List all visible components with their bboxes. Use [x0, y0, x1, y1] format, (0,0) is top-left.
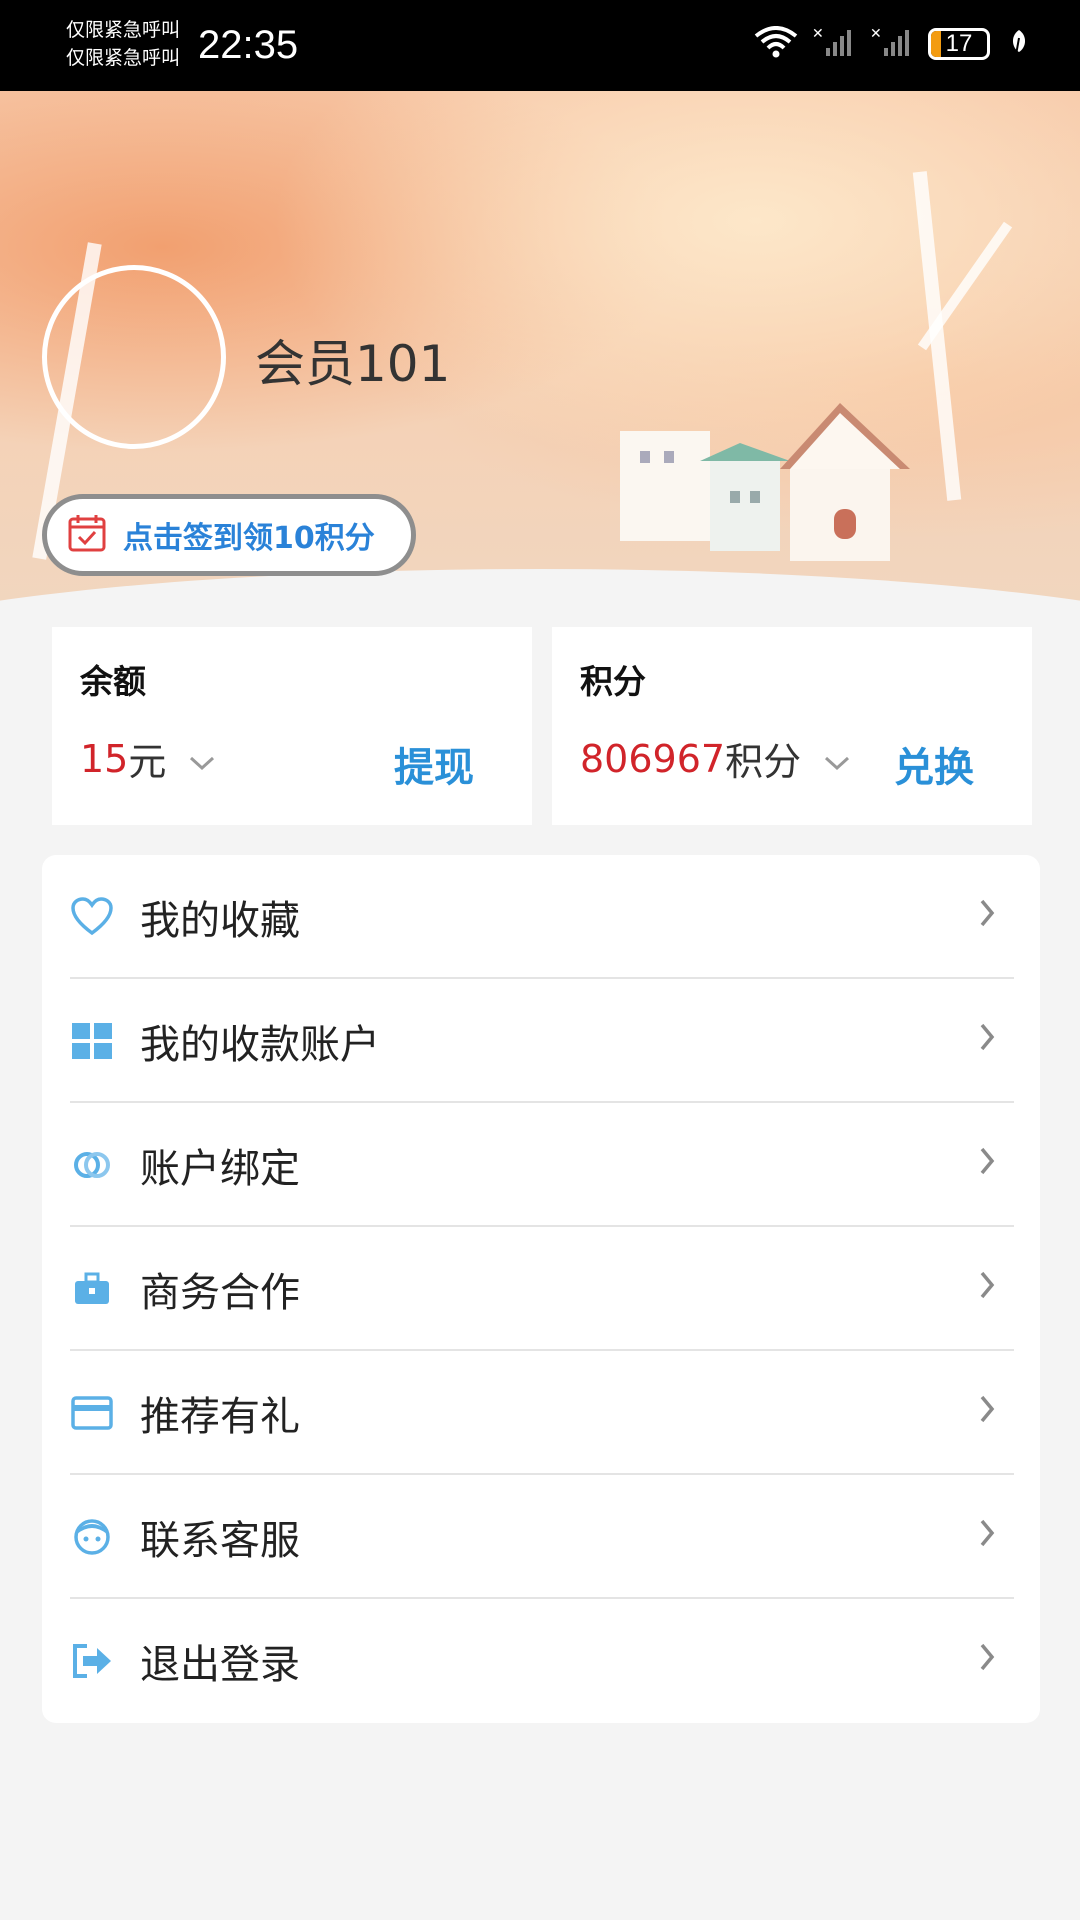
face-icon — [70, 1515, 114, 1559]
menu-label: 商务合作 — [140, 1270, 300, 1316]
menu-item-payment-accounts[interactable]: 我的收款账户 — [70, 979, 1014, 1103]
balance-amount: 15 — [80, 736, 129, 781]
tree-decoration — [912, 171, 962, 501]
chevron-right-icon — [978, 1517, 996, 1553]
chevron-right-icon — [978, 1021, 996, 1057]
menu-label: 推荐有礼 — [140, 1394, 300, 1440]
avatar[interactable] — [42, 265, 226, 449]
carrier-line-1: 仅限紧急呼叫 — [66, 19, 181, 41]
menu-item-favorites[interactable]: 我的收藏 — [70, 855, 1014, 979]
signal-icon-2: ✕ — [870, 26, 914, 62]
balance-unit: 元 — [128, 740, 167, 784]
chevron-right-icon — [978, 1393, 996, 1429]
svg-text:✕: ✕ — [812, 26, 824, 42]
menu-item-logout[interactable]: 退出登录 — [70, 1599, 1014, 1723]
menu-label: 我的收藏 — [140, 898, 300, 944]
leaf-icon — [1010, 28, 1028, 60]
heart-icon — [70, 895, 114, 939]
link-icon — [70, 1143, 114, 1187]
exchange-button[interactable]: 兑换 — [894, 735, 974, 793]
menu-item-referral[interactable]: 推荐有礼 — [70, 1351, 1014, 1475]
carrier-line-2: 仅限紧急呼叫 — [66, 47, 181, 69]
card-icon — [70, 1391, 114, 1435]
menu-label: 账户绑定 — [140, 1146, 300, 1192]
battery-level: 17 — [945, 30, 973, 57]
username: 会员101 — [255, 335, 451, 393]
signal-icon-1: ✕ — [812, 26, 856, 62]
logout-icon — [70, 1639, 114, 1683]
profile-header: 会员101 点击签到领10积分 — [0, 91, 1080, 611]
menu-list: 我的收藏 我的收款账户 账户绑定 商务合作 推荐有礼 联系客服 退出登录 — [42, 855, 1040, 1723]
menu-item-business[interactable]: 商务合作 — [70, 1227, 1014, 1351]
chevron-down-icon[interactable] — [188, 737, 216, 781]
points-value[interactable]: 806967 积分 — [580, 731, 851, 786]
status-bar: 仅限紧急呼叫 仅限紧急呼叫 22:35 ✕ ✕ 17 — [0, 0, 1080, 91]
menu-item-customer-service[interactable]: 联系客服 — [70, 1475, 1014, 1599]
checkin-button[interactable]: 点击签到领10积分 — [42, 494, 416, 576]
house-decoration — [620, 391, 920, 575]
checkin-label: 点击签到领10积分 — [123, 521, 375, 556]
battery-fill — [931, 31, 941, 57]
menu-item-account-binding[interactable]: 账户绑定 — [70, 1103, 1014, 1227]
chevron-right-icon — [978, 897, 996, 933]
menu-label: 我的收款账户 — [140, 1022, 380, 1068]
menu-label: 退出登录 — [140, 1642, 300, 1688]
chevron-right-icon — [978, 1269, 996, 1305]
chevron-down-icon[interactable] — [823, 737, 851, 781]
points-amount: 806967 — [580, 736, 726, 781]
points-unit: 积分 — [725, 740, 802, 784]
balance-title: 余额 — [80, 662, 146, 701]
svg-text:✕: ✕ — [870, 26, 882, 42]
briefcase-icon — [70, 1267, 114, 1311]
withdraw-button[interactable]: 提现 — [394, 735, 474, 793]
points-title: 积分 — [580, 662, 646, 701]
grid-icon — [70, 1019, 114, 1063]
calendar-check-icon — [67, 513, 107, 557]
points-card: 积分 806967 积分 兑换 — [552, 627, 1032, 825]
menu-label: 联系客服 — [140, 1518, 300, 1564]
chevron-right-icon — [978, 1641, 996, 1677]
balance-value[interactable]: 15 元 — [80, 731, 216, 786]
status-time: 22:35 — [198, 23, 299, 67]
balance-card: 余额 15 元 提现 — [52, 627, 532, 825]
carrier-text: 仅限紧急呼叫 仅限紧急呼叫 — [66, 16, 180, 72]
battery-indicator: 17 — [928, 28, 990, 60]
chevron-right-icon — [978, 1145, 996, 1181]
status-icons: ✕ ✕ 17 — [754, 26, 1028, 62]
wifi-icon — [754, 26, 798, 62]
